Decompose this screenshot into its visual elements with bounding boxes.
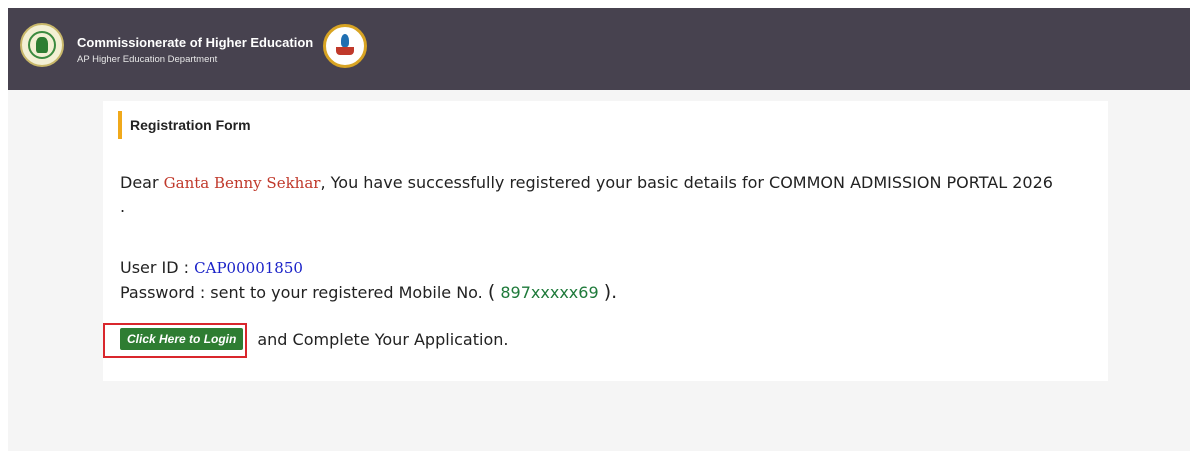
page-frame: Commissionerate of Higher Education AP H… — [8, 8, 1190, 451]
mobile-open-paren: ( — [487, 281, 496, 303]
user-id-value: CAP00001850 — [194, 259, 303, 277]
top-header-bar: Commissionerate of Higher Education AP H… — [8, 8, 1190, 90]
org-subtitle: AP Higher Education Department — [77, 54, 218, 65]
greeting-prefix: Dear — [120, 173, 159, 192]
mobile-close-paren: ). — [603, 281, 618, 303]
success-message: Dear Ganta Benny Sekhar, You have succes… — [120, 171, 1060, 218]
applicant-name: Ganta Benny Sekhar — [163, 174, 321, 192]
user-id-label: User ID : — [120, 258, 195, 277]
password-label: Password : sent to your registered Mobil… — [120, 283, 483, 302]
mobile-masked: 897xxxxx69 — [500, 283, 599, 302]
registration-card: Registration Form Dear Ganta Benny Sekha… — [103, 101, 1108, 381]
user-id-line: User ID : CAP00001850 — [120, 258, 303, 277]
ap-state-emblem-icon — [20, 23, 64, 67]
login-suffix-text: and Complete Your Application. — [257, 329, 509, 349]
password-line: Password : sent to your registered Mobil… — [120, 281, 617, 303]
org-title: Commissionerate of Higher Education — [77, 35, 314, 50]
login-button[interactable]: Click Here to Login — [120, 328, 244, 350]
education-seal-icon — [323, 24, 367, 68]
section-title: Registration Form — [118, 111, 251, 139]
login-row: Click Here to Login and Complete Your App… — [120, 328, 508, 350]
